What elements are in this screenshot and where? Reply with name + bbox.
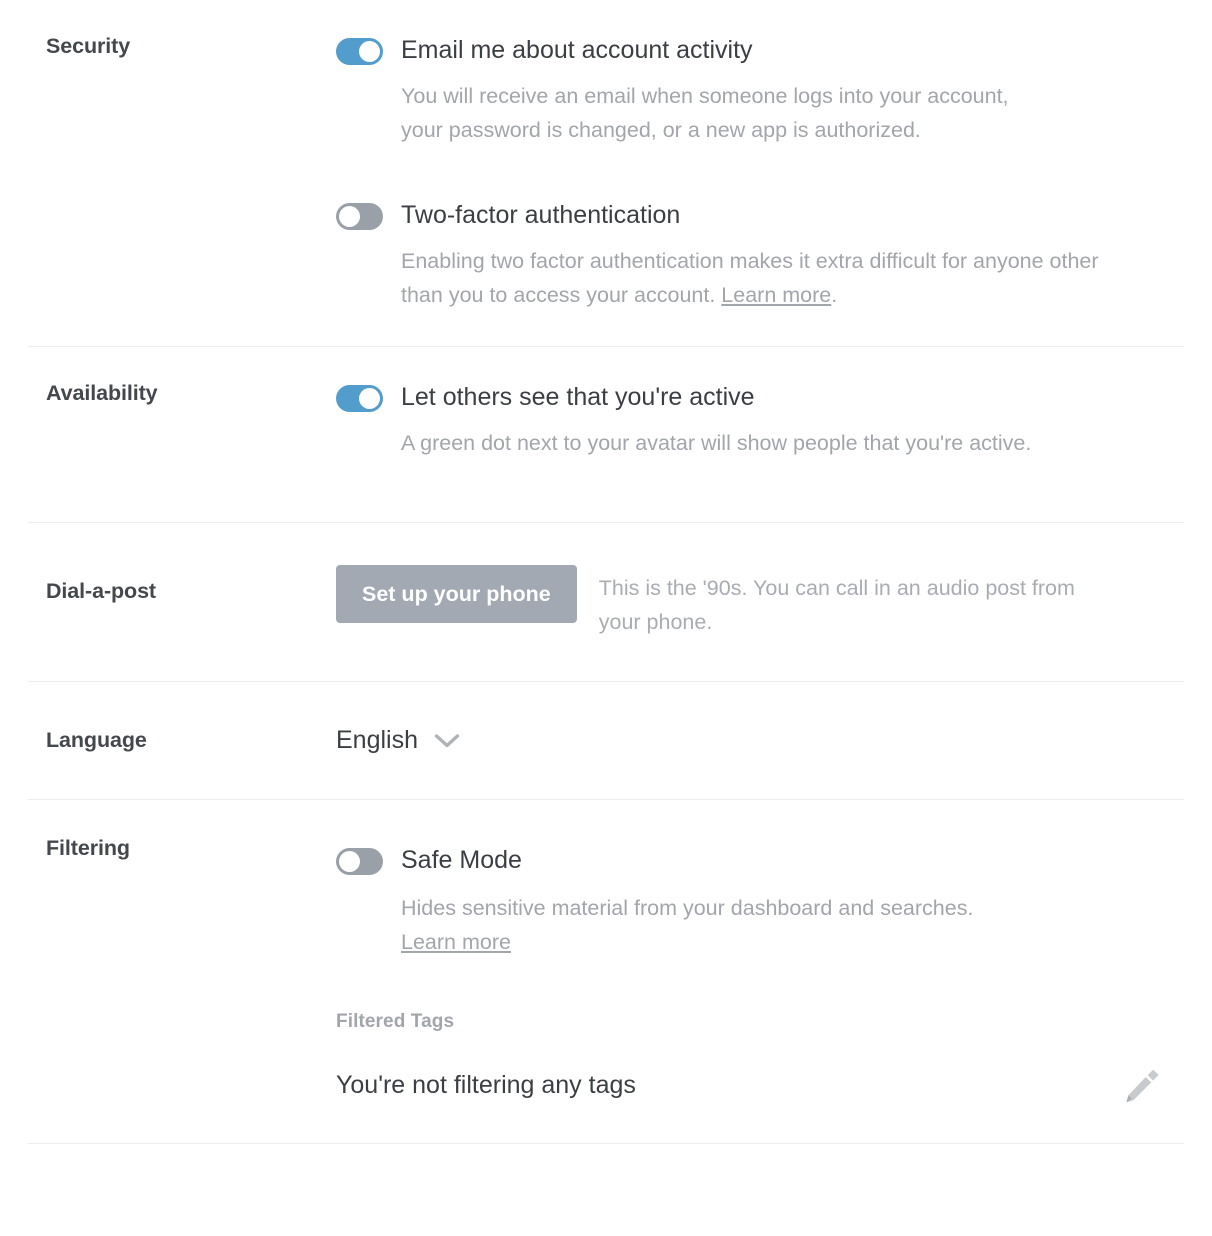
toggle-knob [339, 851, 360, 872]
section-filtering: Filtering Safe Mode Hides sensitive mate… [0, 800, 1212, 1143]
setting-label-safe-mode: Safe Mode [401, 846, 522, 874]
section-label-dial-a-post: Dial-a-post [46, 579, 156, 603]
toggle-safe-mode[interactable] [336, 848, 383, 875]
learn-more-link-safe-mode[interactable]: Learn more [401, 930, 511, 954]
setting-description-two-factor: Enabling two factor authentication makes… [401, 244, 1136, 312]
edit-filtered-tags-button[interactable] [1120, 1063, 1164, 1107]
setting-two-factor: Two-factor authentication [336, 201, 1184, 230]
section-label-security: Security [46, 34, 131, 58]
filtered-tags-row: You're not filtering any tags [336, 1063, 1184, 1107]
section-language: Language English [0, 682, 1212, 799]
pencil-icon [1120, 1069, 1164, 1110]
settings-page: Security Email me about account activity… [0, 0, 1212, 1236]
toggle-email-activity[interactable] [336, 38, 383, 65]
language-selector[interactable]: English [336, 726, 1184, 755]
toggle-knob [359, 41, 380, 62]
language-value: English [336, 726, 418, 754]
dial-a-post-description: This is the '90s. You can call in an aud… [598, 576, 1075, 634]
section-body-filtering: Safe Mode Hides sensitive material from … [336, 838, 1184, 1107]
section-body-dial-a-post: Set up your phone This is the '90s. You … [336, 565, 1184, 639]
set-up-phone-button[interactable]: Set up your phone [336, 565, 577, 623]
divider-bottom [28, 1143, 1184, 1144]
toggle-knob [339, 206, 360, 227]
section-label-language: Language [46, 728, 147, 752]
section-body-language: English [336, 726, 1184, 755]
section-dial-a-post: Dial-a-post Set up your phone This is th… [0, 523, 1212, 681]
setting-label-two-factor: Two-factor authentication [401, 201, 681, 229]
setting-safe-mode: Safe Mode [336, 846, 1184, 875]
toggle-two-factor[interactable] [336, 203, 383, 230]
setting-description-email-activity: You will receive an email when someone l… [401, 84, 1009, 142]
section-security: Security Email me about account activity… [0, 0, 1212, 346]
filtered-tags-label: Filtered Tags [336, 1011, 455, 1032]
two-factor-description-period: . [831, 283, 838, 307]
setting-email-activity: Email me about account activity [336, 36, 1184, 65]
setting-active-status: Let others see that you're active [336, 383, 1184, 412]
setting-label-email-activity: Email me about account activity [401, 36, 753, 64]
section-availability: Availability Let others see that you're … [0, 347, 1212, 522]
filtered-tags-value: You're not filtering any tags [336, 1070, 636, 1099]
section-body-security: Email me about account activity You will… [336, 36, 1184, 312]
toggle-active-status[interactable] [336, 385, 383, 412]
setting-description-safe-mode: Hides sensitive material from your dashb… [401, 891, 1136, 959]
learn-more-link-two-factor[interactable]: Learn more [721, 283, 831, 307]
section-body-availability: Let others see that you're active A gree… [336, 383, 1184, 460]
setting-label-active-status: Let others see that you're active [401, 383, 755, 411]
dial-a-post-row: Set up your phone This is the '90s. You … [336, 565, 1184, 639]
safe-mode-description-text: Hides sensitive material from your dashb… [401, 896, 974, 920]
section-label-filtering: Filtering [46, 836, 130, 860]
setting-description-active-status: A green dot next to your avatar will sho… [401, 431, 1032, 455]
section-label-availability: Availability [46, 381, 158, 405]
chevron-down-icon [434, 733, 460, 749]
toggle-knob [359, 388, 380, 409]
